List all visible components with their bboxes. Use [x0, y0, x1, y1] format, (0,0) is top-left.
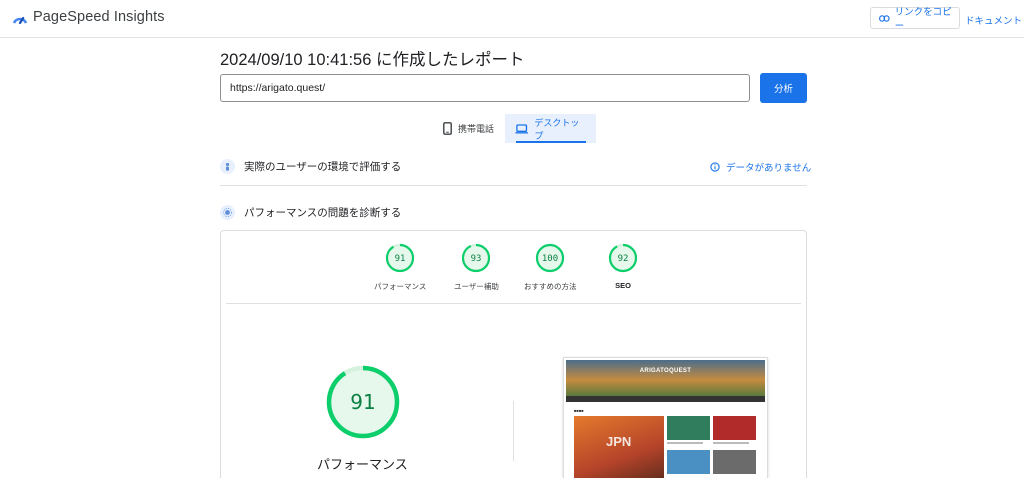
diagnose-section: パフォーマンスの問題を診断する — [220, 200, 807, 224]
score-gauge-seo[interactable]: 92 SEO — [608, 243, 638, 290]
screenshot-hero-image: JPN — [574, 416, 664, 478]
performance-gauge: 91 — [326, 365, 400, 439]
tab-mobile-label: 携帯電話 — [458, 124, 495, 134]
report-title: 2024/09/10 10:41:56 に作成したレポート — [220, 51, 525, 69]
screenshot-navbar — [566, 396, 765, 402]
card-divider — [226, 303, 801, 304]
tab-desktop[interactable]: デスクトップ — [505, 114, 596, 143]
score-label: ユーザー補助 — [454, 282, 499, 291]
copy-link-label: リンクをコピー — [894, 7, 952, 32]
screenshot-section-heading: ■■■■ — [574, 408, 584, 413]
score-value: 100 — [542, 254, 558, 264]
analyze-button[interactable]: 分析 — [760, 73, 807, 103]
screenshot-thumbnail — [667, 450, 710, 474]
score-label: おすすめの方法 — [524, 282, 577, 291]
lab-icon — [220, 204, 235, 220]
page-screenshot: ARIGATOQUEST ■■■■ JPN — [563, 357, 768, 478]
tab-desktop-label: デスクトップ — [534, 117, 580, 141]
url-input[interactable] — [220, 74, 750, 102]
score-gauge-best-practices[interactable]: 100 おすすめの方法 — [524, 243, 577, 292]
performance-label: パフォーマンス — [317, 457, 408, 472]
field-data-label: 実際のユーザーの環境で評価する — [244, 160, 402, 173]
screenshot-site-title: ARIGATOQUEST — [639, 368, 692, 374]
top-bar: PageSpeed Insights リンクをコピー ドキュメント — [0, 0, 1024, 38]
users-icon — [220, 158, 235, 174]
screenshot-hero-text: JPN — [606, 434, 632, 449]
score-label: SEO — [615, 281, 631, 290]
score-label: パフォーマンス — [374, 282, 427, 291]
info-icon — [710, 162, 720, 172]
score-gauge-performance[interactable]: 91 パフォーマンス — [374, 243, 426, 292]
link-icon — [879, 14, 890, 22]
docs-link[interactable]: ドキュメント — [965, 13, 1022, 27]
pagespeed-logo-icon[interactable] — [12, 10, 28, 26]
performance-score: 91 — [350, 390, 375, 414]
copy-link-button[interactable]: リンクをコピー — [870, 7, 960, 32]
score-gauge-accessibility[interactable]: 93 ユーザー補助 — [454, 243, 499, 292]
screenshot-thumbnail — [713, 416, 756, 440]
score-value: 93 — [471, 254, 482, 264]
diagnose-label: パフォーマンスの問題を診断する — [244, 206, 402, 219]
no-data-label: データがありません — [726, 163, 812, 174]
score-value: 92 — [618, 254, 629, 264]
score-value: 91 — [395, 254, 406, 264]
tab-mobile[interactable]: 携帯電話 — [433, 114, 504, 143]
vertical-separator — [513, 401, 514, 461]
brand-name[interactable]: PageSpeed Insights — [33, 9, 165, 25]
screenshot-text-line — [713, 442, 749, 444]
no-data-notice[interactable]: データがありません — [710, 160, 811, 174]
screenshot-thumbnail — [713, 450, 756, 474]
screenshot-thumbnail — [667, 416, 710, 440]
laptop-icon — [515, 123, 528, 133]
screenshot-banner: ARIGATOQUEST — [566, 360, 765, 396]
tab-selected-indicator — [516, 141, 586, 143]
scores-card: 91 パフォーマンス 93 ユーザー補助 100 おすすめの方法 92 SEO — [220, 230, 807, 478]
screenshot-text-line — [667, 442, 703, 444]
section-divider — [220, 185, 807, 186]
smartphone-icon — [443, 122, 452, 135]
